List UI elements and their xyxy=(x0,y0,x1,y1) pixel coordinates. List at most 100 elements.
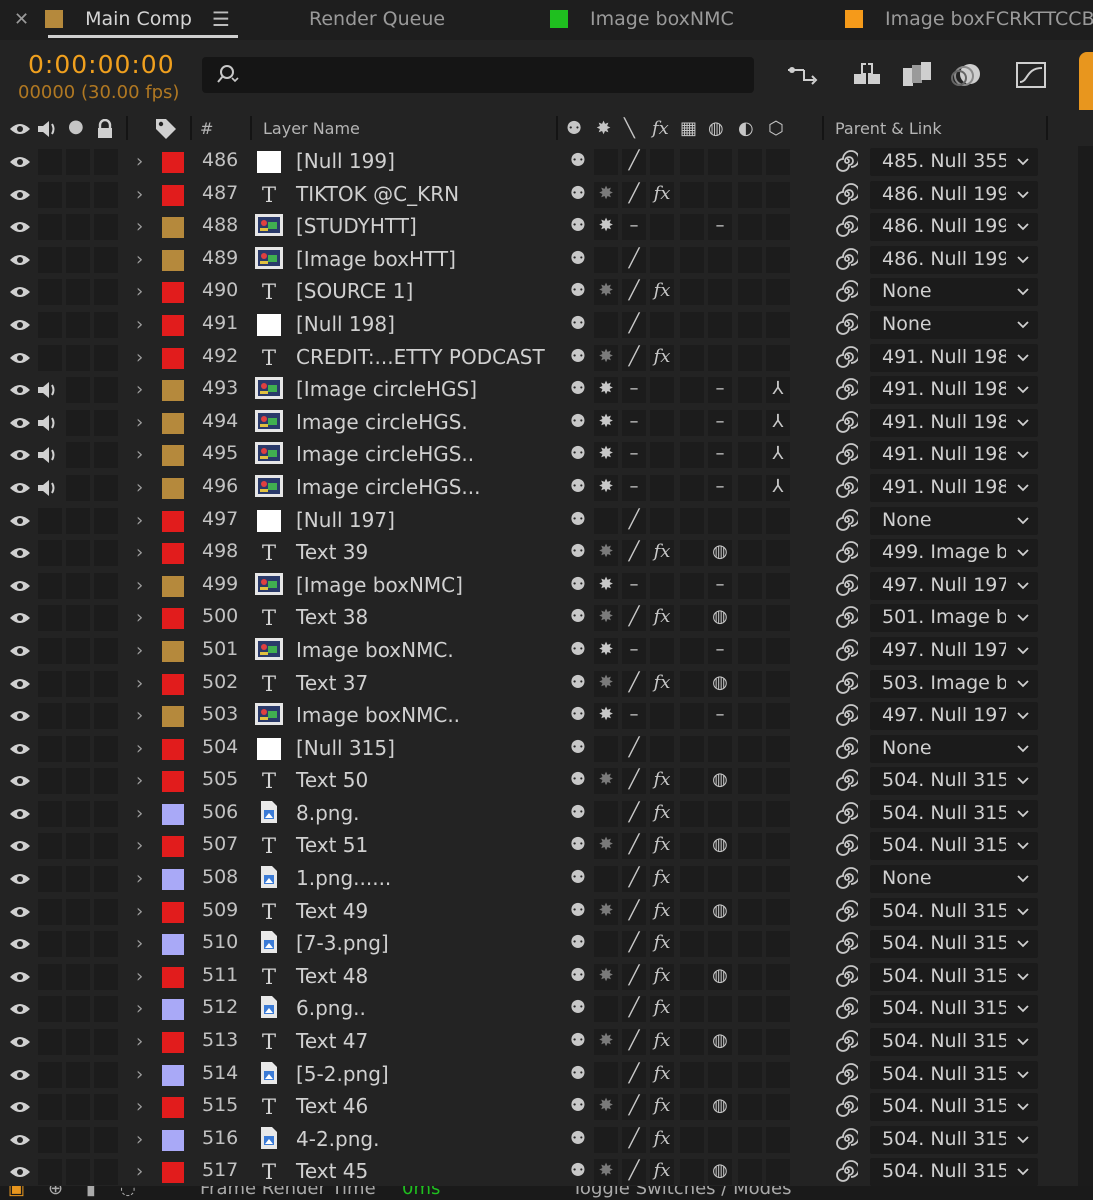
lock-toggle[interactable] xyxy=(94,409,118,436)
switch-cell[interactable] xyxy=(680,246,704,273)
effects-switch-icon[interactable]: fx xyxy=(650,1128,674,1149)
audio-toggle-empty[interactable] xyxy=(38,572,62,599)
switch-cell[interactable] xyxy=(738,768,762,795)
parent-dropdown[interactable]: 486. Null 199 xyxy=(870,180,1038,209)
expand-chevron-icon[interactable]: › xyxy=(136,510,143,531)
switch-cell[interactable] xyxy=(680,409,704,436)
switch-cell[interactable] xyxy=(680,768,704,795)
collapse-switch-icon[interactable]: ✸ xyxy=(594,183,618,204)
solo-toggle[interactable] xyxy=(66,246,90,273)
layer-row[interactable]: › 502 T Text 37 ⚉ ✸ ╱ fx ◍ 503. Image bo xyxy=(0,667,1093,701)
pick-whip-icon[interactable] xyxy=(836,802,860,824)
solo-toggle[interactable] xyxy=(66,800,90,827)
audio-toggle-empty[interactable] xyxy=(38,768,62,795)
motion-blur-switch-icon[interactable]: – xyxy=(708,639,732,660)
switch-cell[interactable] xyxy=(650,474,674,501)
switch-cell[interactable] xyxy=(680,214,704,241)
pick-whip-icon[interactable] xyxy=(836,1095,860,1118)
quality-switch-icon[interactable]: ╱ xyxy=(622,802,646,823)
audio-toggle-header-icon[interactable] xyxy=(36,119,60,139)
pick-whip-icon[interactable] xyxy=(836,215,860,238)
label-color-swatch[interactable] xyxy=(162,282,184,304)
shy-switch-icon[interactable]: ⚉ xyxy=(566,965,590,986)
switch-cell[interactable] xyxy=(766,670,790,697)
video-toggle-eye-icon[interactable] xyxy=(9,969,31,983)
quality-switch-icon[interactable]: – xyxy=(622,574,646,595)
switch-cell[interactable] xyxy=(650,311,674,338)
layer-name[interactable]: [Null 315] xyxy=(296,736,395,760)
lock-toggle[interactable] xyxy=(94,377,118,404)
shy-switch-icon[interactable]: ⚉ xyxy=(566,900,590,921)
video-toggle-eye-icon[interactable] xyxy=(9,578,31,592)
switch-cell[interactable] xyxy=(680,377,704,404)
switch-cell[interactable] xyxy=(708,866,732,893)
switch-cell[interactable] xyxy=(766,768,790,795)
quality-switch-icon[interactable]: ╱ xyxy=(622,769,646,790)
layer-name[interactable]: Text 39 xyxy=(296,540,368,564)
label-color-swatch[interactable] xyxy=(162,184,184,206)
video-toggle-eye-icon[interactable] xyxy=(9,904,31,918)
layer-name[interactable]: Text 37 xyxy=(296,671,368,695)
3d-layer-header-icon[interactable]: ⬡ xyxy=(768,118,784,139)
label-color-swatch[interactable] xyxy=(162,380,184,402)
shy-switch-icon[interactable]: ⚉ xyxy=(566,1063,590,1084)
effects-switch-icon[interactable]: fx xyxy=(650,867,674,888)
switch-cell[interactable] xyxy=(766,279,790,306)
collapse-switch-icon[interactable]: ✸ xyxy=(594,443,618,464)
parent-dropdown[interactable]: 504. Null 315 xyxy=(870,1158,1038,1187)
layer-row[interactable]: › 514 [5-2.png] ⚉ ╱ fx 504. Null 315 xyxy=(0,1058,1093,1092)
lock-toggle[interactable] xyxy=(94,1126,118,1153)
layer-row[interactable]: › 493 [Image circleHGS] ⚉ ✸ – – ⅄ 491. Null 198 xyxy=(0,374,1093,407)
video-toggle-eye-icon[interactable] xyxy=(9,187,31,201)
pick-whip-icon[interactable] xyxy=(836,280,860,303)
parent-dropdown[interactable]: 504. Null 315 xyxy=(870,995,1038,1024)
audio-toggle-empty[interactable] xyxy=(38,735,62,762)
collapse-switch-icon[interactable]: ✸ xyxy=(594,672,618,693)
solo-toggle[interactable] xyxy=(66,149,90,175)
switch-cell[interactable] xyxy=(708,1126,732,1153)
switch-cell[interactable] xyxy=(650,149,674,175)
expand-chevron-icon[interactable]: › xyxy=(136,184,143,205)
panel-menu-icon[interactable]: ☰ xyxy=(212,7,230,31)
collapse-switch-icon[interactable]: ✸ xyxy=(594,411,618,432)
shy-switch-icon[interactable]: ⚉ xyxy=(566,574,590,595)
shy-switch-icon[interactable]: ⚉ xyxy=(566,1095,590,1116)
switch-cell[interactable] xyxy=(766,246,790,273)
parent-dropdown[interactable]: 497. Null 197 xyxy=(870,636,1038,665)
switch-cell[interactable] xyxy=(650,507,674,534)
shy-switch-icon[interactable]: ⚉ xyxy=(566,1160,590,1181)
switch-cell[interactable] xyxy=(738,377,762,404)
effects-switch-icon[interactable]: fx xyxy=(650,541,674,562)
switch-cell[interactable] xyxy=(680,344,704,371)
video-toggle-eye-icon[interactable] xyxy=(9,643,31,657)
shy-switch-icon[interactable]: ⚉ xyxy=(566,737,590,758)
pick-whip-icon[interactable] xyxy=(836,997,860,1020)
solo-toggle[interactable] xyxy=(66,181,90,208)
switch-cell[interactable] xyxy=(738,703,762,730)
layer-row[interactable]: › 509 T Text 49 ⚉ ✸ ╱ fx ◍ 504. Null 315 xyxy=(0,895,1093,929)
effects-switch-icon[interactable]: fx xyxy=(650,802,674,823)
collapse-switch-icon[interactable]: ✸ xyxy=(594,1095,618,1116)
audio-toggle-empty[interactable] xyxy=(38,279,62,306)
in-out-icon[interactable]: ▮ xyxy=(86,1186,96,1199)
label-color-swatch[interactable] xyxy=(162,347,184,369)
pick-whip-icon[interactable] xyxy=(836,313,860,335)
audio-toggle-speaker-icon[interactable] xyxy=(36,380,60,400)
expand-chevron-icon[interactable]: › xyxy=(136,640,143,661)
video-toggle-eye-icon[interactable] xyxy=(9,1001,31,1015)
pick-whip-icon[interactable] xyxy=(836,769,860,792)
switch-cell[interactable] xyxy=(766,833,790,860)
quality-switch-icon[interactable]: ╱ xyxy=(622,150,646,171)
switch-cell[interactable] xyxy=(738,963,762,990)
switch-cell[interactable] xyxy=(594,149,618,175)
expand-chevron-icon[interactable]: › xyxy=(136,738,143,759)
expand-chevron-icon[interactable]: › xyxy=(136,347,143,368)
effects-switch-icon[interactable]: fx xyxy=(650,672,674,693)
label-color-swatch[interactable] xyxy=(162,999,184,1021)
label-color-swatch[interactable] xyxy=(162,1032,184,1054)
pick-whip-icon[interactable] xyxy=(836,182,860,205)
lock-toggle[interactable] xyxy=(94,898,118,925)
pick-whip-icon[interactable] xyxy=(836,476,860,498)
video-toggle-eye-icon[interactable] xyxy=(9,1132,31,1146)
switch-cell[interactable] xyxy=(708,311,732,338)
